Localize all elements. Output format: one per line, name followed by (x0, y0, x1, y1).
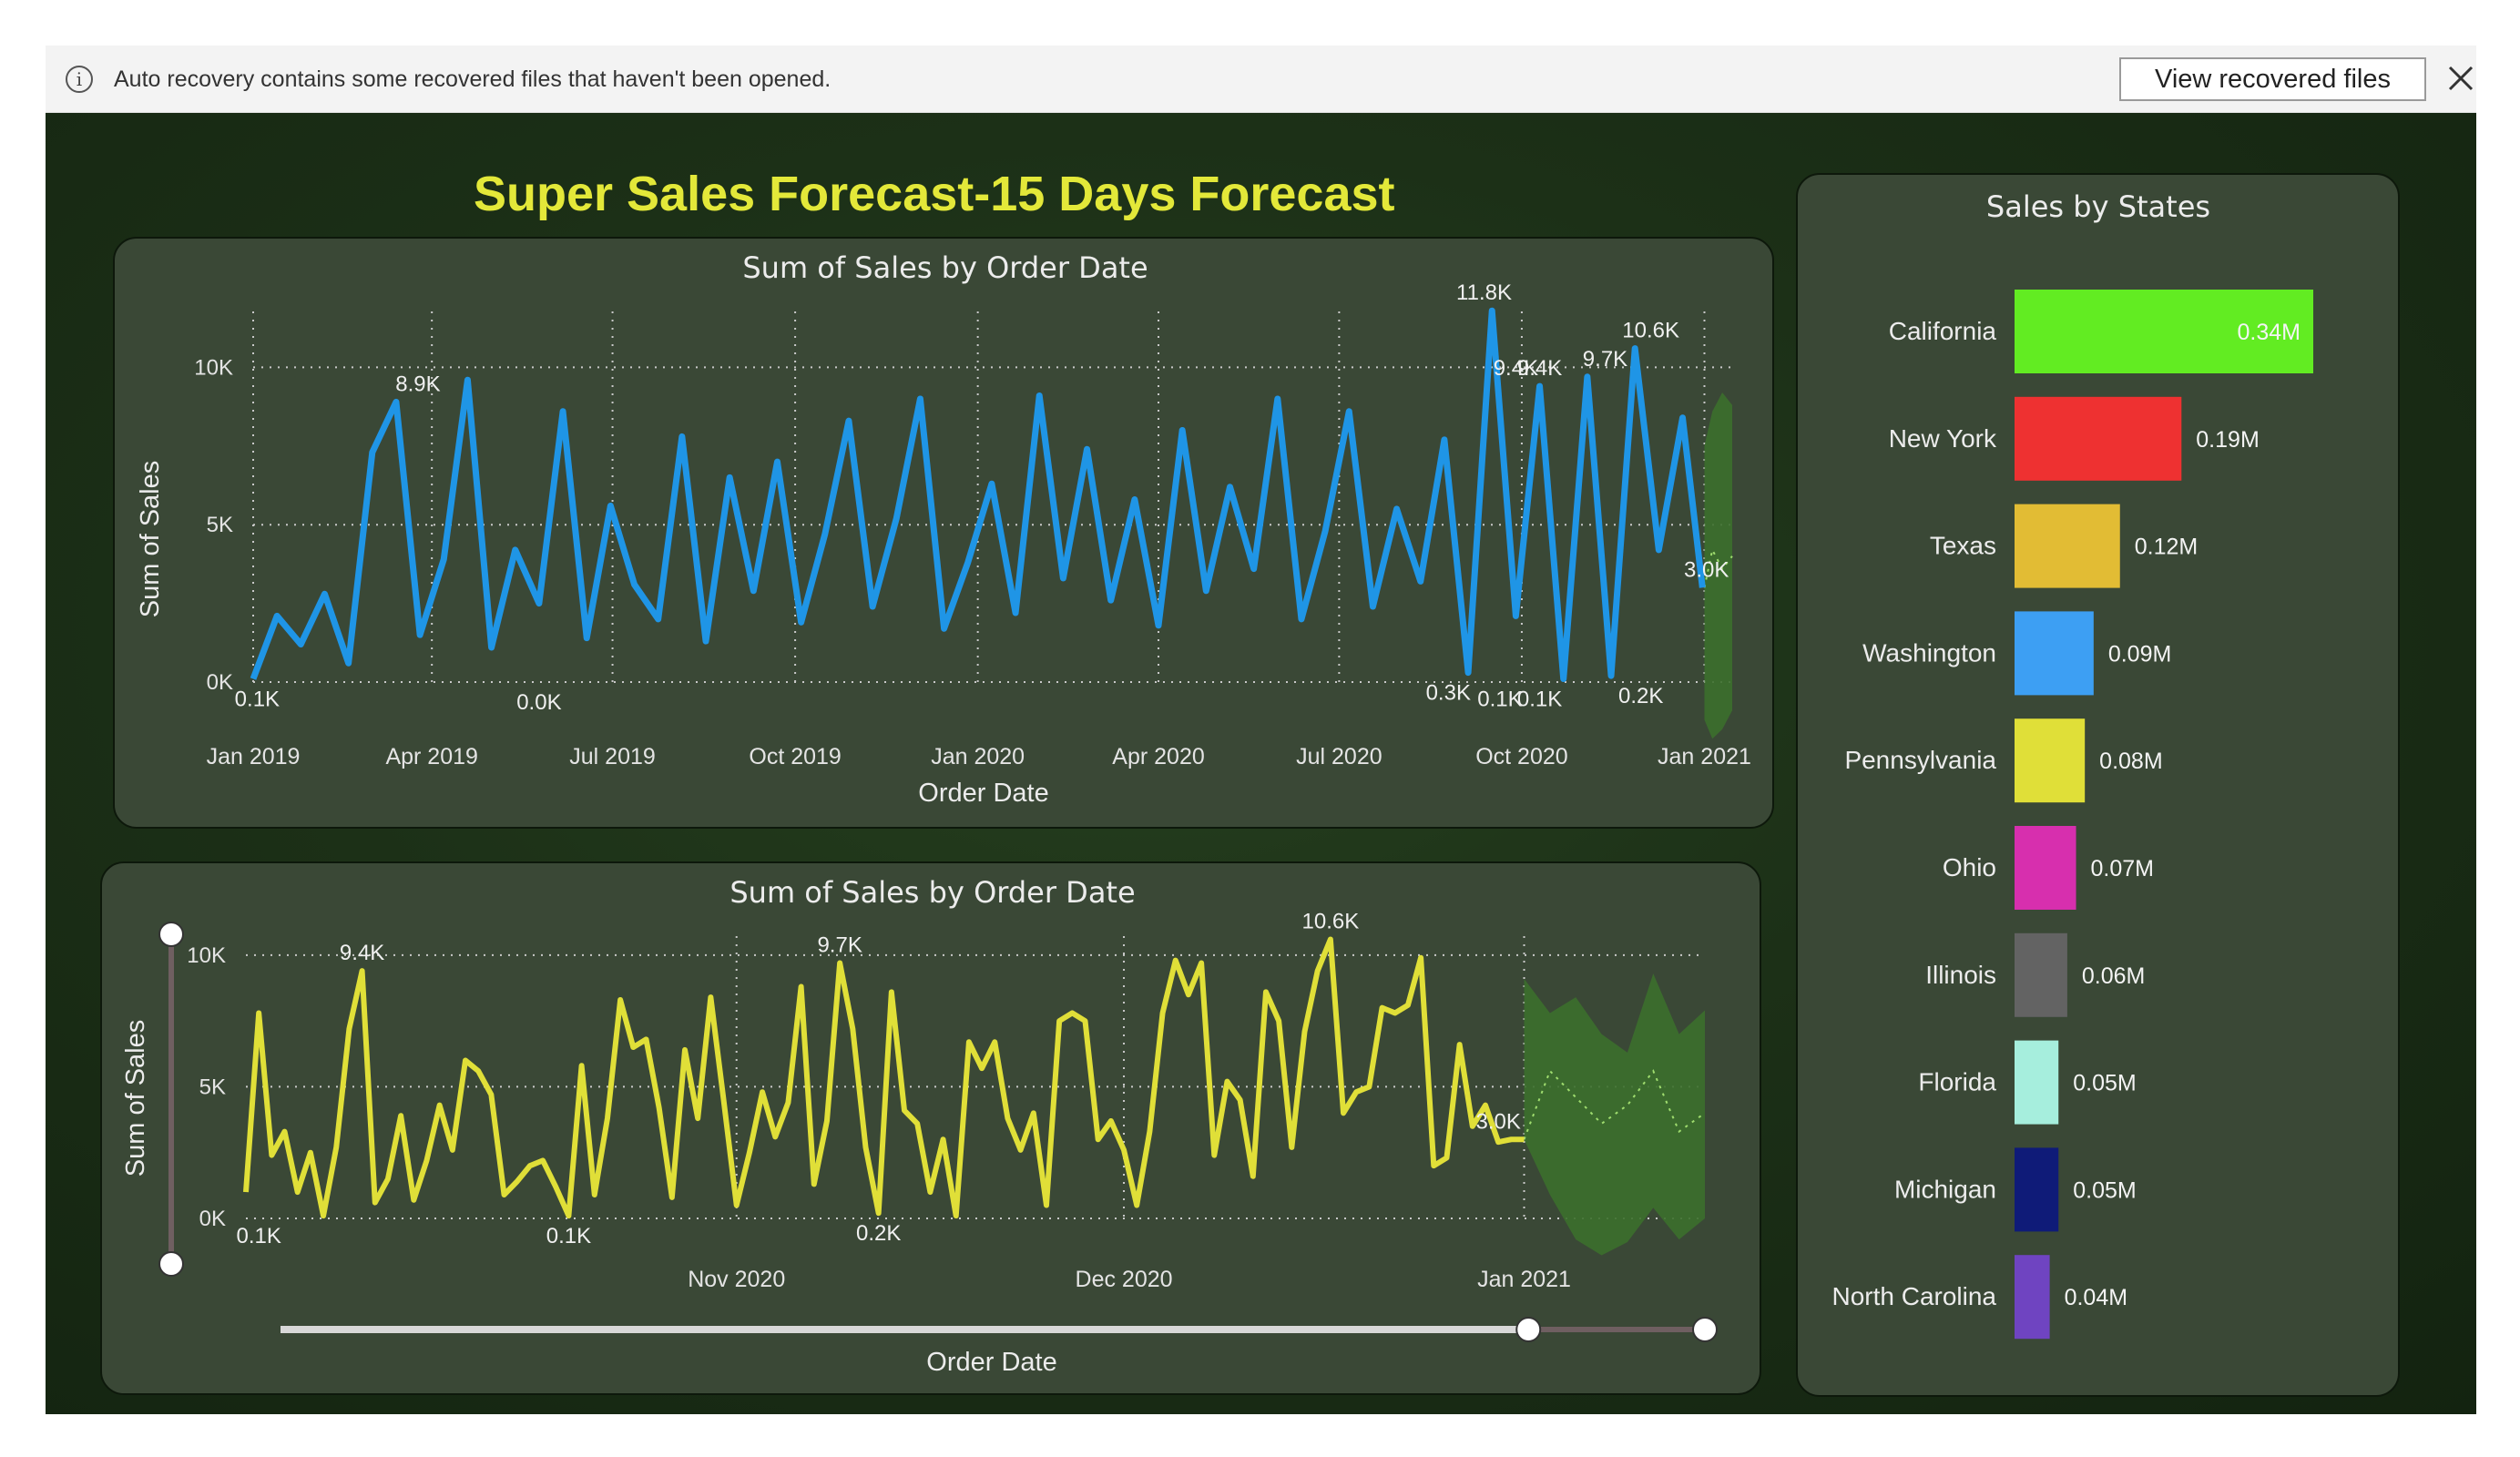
x-tick-label: Apr 2020 (1112, 744, 1204, 769)
x-tick-label: Oct 2020 (1475, 744, 1567, 769)
y-range-slider-handle[interactable] (158, 1251, 184, 1277)
state-bar (2015, 1255, 2050, 1340)
x-tick-label: Jan 2021 (1477, 1267, 1571, 1292)
data-label: 9.7K (1583, 347, 1627, 372)
notification-message: Auto recovery contains some recovered fi… (114, 66, 831, 92)
data-label: 11.8K (1456, 280, 1512, 305)
x-tick-label: Jul 2020 (1296, 744, 1382, 769)
y-tick-label: 5K (207, 513, 233, 537)
data-label: 10.6K (1622, 319, 1679, 343)
y-axis-title: Sum of Sales (136, 461, 165, 617)
states-chart-panel: Sales by States California 0.34M New York 0.… (1796, 173, 2400, 1397)
bottom-chart-panel: Sum of Sales by Order Date 0K 5K 10K Nov 202… (100, 861, 1761, 1395)
bar-value-label: 0.12M (2135, 535, 2198, 560)
forecast-confidence-band (1524, 973, 1705, 1256)
data-label: 10.6K (1302, 909, 1360, 933)
bar-value-label: 0.34M (2238, 320, 2301, 345)
y-tick-label: 5K (199, 1075, 226, 1099)
x-axis-title: Order Date (918, 779, 1048, 808)
bar-value-label: 0.19M (2196, 427, 2259, 453)
top-chart-panel: Sum of Sales by Order Date 0K 5K 10K Jan 201… (113, 237, 1774, 829)
state-bar (2015, 1147, 2059, 1232)
x-range-slider-handle[interactable] (1692, 1317, 1718, 1342)
notification-bar: i Auto recovery contains some recovered … (46, 46, 2476, 113)
data-label: 0.1K (235, 688, 280, 712)
state-label: Florida (1918, 1068, 1996, 1096)
x-tick-label: Dec 2020 (1076, 1267, 1173, 1292)
x-tick-label: Jan 2019 (207, 744, 301, 769)
state-label: Texas (1930, 532, 1996, 560)
data-label: 0.1K (1517, 688, 1562, 712)
data-label: 0.1K (546, 1224, 591, 1248)
data-label: 0.1K (1477, 688, 1522, 712)
report-canvas: Super Sales Forecast-15 Days Forecast Su… (46, 113, 2476, 1414)
x-axis-title: Order Date (926, 1348, 1056, 1377)
y-tick-label: 0K (199, 1207, 226, 1231)
dashboard-title: Super Sales Forecast-15 Days Forecast (474, 167, 1395, 221)
top-line-chart[interactable]: Sum of Sales by Order Date 0K 5K 10K Jan 201… (115, 239, 1772, 827)
state-bar (2015, 1040, 2059, 1125)
y-range-slider-handle[interactable] (158, 922, 184, 947)
x-tick-label: Jul 2019 (569, 744, 656, 769)
chart-title: Sum of Sales by Order Date (729, 875, 1135, 910)
state-label: Washington (1862, 638, 1996, 667)
state-bar (2015, 611, 2094, 696)
data-label: 0.2K (856, 1221, 901, 1246)
data-label: 3.0K (1684, 557, 1729, 582)
y-axis-title: Sum of Sales (121, 1020, 150, 1177)
state-bar (2015, 826, 2076, 910)
bar-value-label: 0.09M (2108, 641, 2171, 667)
sales-line (243, 936, 1525, 1219)
data-label: 0.2K (1618, 684, 1663, 708)
y-tick-label: 0K (207, 670, 233, 695)
bottom-line-chart[interactable]: Sum of Sales by Order Date 0K 5K 10K Nov 202… (102, 863, 1760, 1393)
state-label: Ohio (1943, 853, 1996, 881)
state-label: Illinois (1925, 961, 1996, 989)
info-icon: i (66, 66, 93, 93)
view-recovered-files-button[interactable]: View recovered files (2119, 57, 2426, 101)
x-tick-label: Oct 2019 (749, 744, 841, 769)
x-tick-label: Nov 2020 (688, 1267, 785, 1292)
y-tick-label: 10K (187, 943, 226, 968)
state-bar (2015, 504, 2120, 588)
data-label: 0.1K (236, 1224, 281, 1248)
bar-value-label: 0.08M (2099, 749, 2162, 774)
state-label: Pennsylvania (1844, 746, 1996, 774)
state-label: California (1889, 317, 1997, 345)
y-tick-label: 10K (194, 355, 233, 380)
state-label: North Carolina (1831, 1282, 1996, 1310)
x-tick-label: Jan 2021 (1658, 744, 1751, 769)
data-label: 9.7K (817, 933, 862, 958)
state-bar (2015, 718, 2086, 803)
data-label: 9.4K (1517, 356, 1562, 381)
state-bar (2015, 396, 2182, 481)
states-bar-chart[interactable]: Sales by States California 0.34M New York 0.… (1798, 175, 2398, 1395)
data-label: 0.0K (516, 690, 561, 715)
bar-value-label: 0.05M (2073, 1071, 2136, 1096)
x-tick-label: Jan 2020 (931, 744, 1025, 769)
chart-title: Sales by States (1986, 189, 2210, 224)
bar-value-label: 0.04M (2065, 1285, 2127, 1310)
x-range-slider-handle[interactable] (1515, 1317, 1542, 1342)
bar-value-label: 0.06M (2082, 963, 2145, 989)
data-label: 3.0K (1475, 1109, 1520, 1134)
data-label: 9.4K (340, 941, 384, 965)
chart-title: Sum of Sales by Order Date (742, 250, 1148, 285)
close-icon[interactable] (2443, 60, 2479, 97)
bar-value-label: 0.07M (2091, 856, 2154, 881)
data-label: 8.9K (395, 372, 440, 396)
state-label: Michigan (1894, 1175, 1996, 1203)
state-bar (2015, 932, 2067, 1017)
state-label: New York (1889, 424, 1997, 453)
x-tick-label: Apr 2019 (385, 744, 477, 769)
bar-value-label: 0.05M (2073, 1177, 2136, 1203)
data-label: 0.3K (1426, 681, 1471, 706)
